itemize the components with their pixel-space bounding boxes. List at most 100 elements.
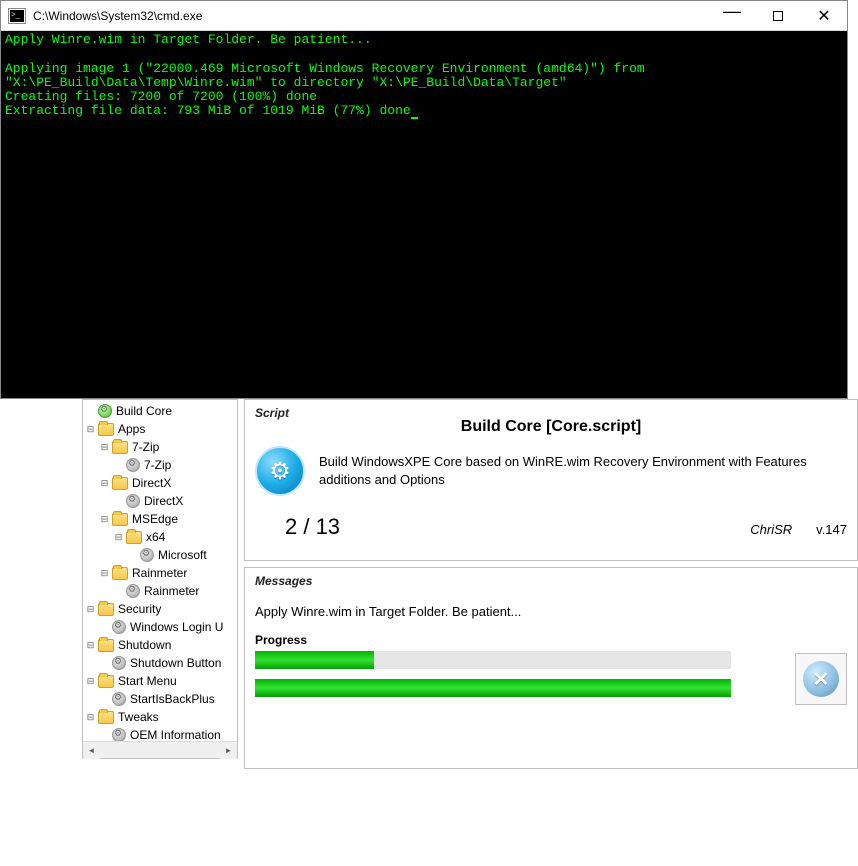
- gear-icon: [112, 620, 126, 634]
- collapse-icon[interactable]: ⊟: [85, 640, 96, 651]
- tree-item-label: Rainmeter: [144, 584, 199, 598]
- cmd-body[interactable]: Apply Winre.wim in Target Folder. Be pat…: [1, 31, 847, 398]
- messages-panel: Messages Apply Winre.wim in Target Folde…: [244, 567, 858, 769]
- collapse-icon[interactable]: ⊟: [99, 568, 110, 579]
- minimize-icon: —: [723, 1, 741, 22]
- tree-item[interactable]: Windows Login U: [97, 618, 237, 636]
- gear-icon: [126, 458, 140, 472]
- gear-icon: [140, 548, 154, 562]
- core-icon: [98, 404, 112, 418]
- tree-item[interactable]: StartIsBackPlus: [97, 690, 237, 708]
- tree-item[interactable]: Rainmeter: [111, 582, 237, 600]
- tree-item[interactable]: DirectX: [111, 492, 237, 510]
- collapse-icon[interactable]: ⊟: [85, 604, 96, 615]
- script-version: v.147: [816, 522, 847, 537]
- tree-item-label: DirectX: [132, 476, 171, 490]
- tree-item[interactable]: ⊟ Start Menu: [83, 672, 237, 690]
- collapse-icon[interactable]: ⊟: [85, 676, 96, 687]
- message-text: Apply Winre.wim in Target Folder. Be pat…: [255, 604, 847, 619]
- tree-item-label: Windows Login U: [130, 620, 223, 634]
- tree-item[interactable]: ⊟ Security: [83, 600, 237, 618]
- collapse-icon[interactable]: ⊟: [99, 442, 110, 453]
- folder-icon: [98, 675, 114, 688]
- maximize-icon: [773, 11, 783, 21]
- tree-item-label: Tweaks: [118, 710, 159, 724]
- window-controls: — ✕: [709, 1, 847, 30]
- horizontal-scrollbar[interactable]: ◄ ►: [83, 741, 237, 758]
- script-description: Build WindowsXPE Core based on WinRE.wim…: [319, 453, 847, 489]
- tree-item-label: MSEdge: [132, 512, 178, 526]
- tree-item[interactable]: ⊟ Rainmeter: [97, 564, 237, 582]
- tree-item[interactable]: ⊟ 7-Zip: [97, 438, 237, 456]
- gear-icon: [112, 692, 126, 706]
- folder-icon: [126, 531, 142, 544]
- tree-item-label: Build Core: [116, 404, 172, 418]
- tree-item-label: x64: [146, 530, 165, 544]
- tree-item-label: Microsoft: [158, 548, 207, 562]
- progress-bar-2: [255, 679, 731, 697]
- cmd-icon: [9, 9, 25, 23]
- tree-item[interactable]: ⊟ Apps: [83, 420, 237, 438]
- close-button[interactable]: ✕: [801, 1, 847, 30]
- cmd-window: C:\Windows\System32\cmd.exe — ✕ Apply Wi…: [0, 0, 848, 399]
- scroll-right-button[interactable]: ►: [220, 742, 237, 759]
- tree-item-label: 7-Zip: [132, 440, 159, 454]
- minimize-button[interactable]: —: [709, 1, 755, 30]
- cmd-titlebar[interactable]: C:\Windows\System32\cmd.exe — ✕: [1, 1, 847, 31]
- folder-icon: [112, 567, 128, 580]
- folder-icon: [112, 477, 128, 490]
- scroll-left-button[interactable]: ◄: [83, 742, 100, 759]
- maximize-button[interactable]: [755, 1, 801, 30]
- tree-item[interactable]: ⊟ x64: [111, 528, 237, 546]
- tree-item-label: DirectX: [144, 494, 183, 508]
- tree-item-label: Apps: [118, 422, 145, 436]
- tree-item-label: Shutdown Button: [130, 656, 221, 670]
- tree-item-label: Shutdown: [118, 638, 171, 652]
- content-area: Script Build Core [Core.script] Build Wi…: [244, 399, 858, 769]
- gear-icon: [112, 728, 126, 741]
- folder-icon: [112, 441, 128, 454]
- cmd-title: C:\Windows\System32\cmd.exe: [33, 9, 709, 23]
- tree-item[interactable]: ⊟ DirectX: [97, 474, 237, 492]
- gear-icon: [112, 656, 126, 670]
- tree-item-label: StartIsBackPlus: [130, 692, 215, 706]
- script-panel: Script Build Core [Core.script] Build Wi…: [244, 399, 858, 561]
- collapse-icon[interactable]: ⊟: [85, 712, 96, 723]
- stop-icon: ✕: [803, 661, 839, 697]
- step-counter: 2 / 13: [285, 514, 340, 540]
- tree-item[interactable]: ⊟ MSEdge: [97, 510, 237, 528]
- folder-icon: [98, 603, 114, 616]
- tree-item[interactable]: Shutdown Button: [97, 654, 237, 672]
- folder-icon: [98, 711, 114, 724]
- stop-button[interactable]: ✕: [795, 653, 847, 705]
- tree-item[interactable]: Build Core: [83, 402, 237, 420]
- tree-item[interactable]: 7-Zip: [111, 456, 237, 474]
- gear-icon: [126, 494, 140, 508]
- script-gear-icon: [255, 446, 305, 496]
- tree-item[interactable]: OEM Information: [97, 726, 237, 741]
- collapse-icon[interactable]: ⊟: [85, 424, 96, 435]
- tree-item-label: Security: [118, 602, 161, 616]
- script-author: ChriSR: [750, 522, 792, 537]
- tree-item[interactable]: ⊟ Shutdown: [83, 636, 237, 654]
- cursor: [411, 117, 418, 119]
- tree-item-label: OEM Information: [130, 728, 221, 741]
- tree-item-label: 7-Zip: [144, 458, 171, 472]
- tree-item[interactable]: ⊟ Tweaks: [83, 708, 237, 726]
- tree-item[interactable]: Microsoft: [125, 546, 237, 564]
- collapse-icon[interactable]: ⊟: [99, 514, 110, 525]
- messages-panel-label: Messages: [255, 574, 847, 588]
- tree-item-label: Rainmeter: [132, 566, 187, 580]
- builder-region: Build Core ⊟ Apps ⊟ 7-Zip 7-Zip ⊟ DirectX Direct…: [82, 399, 858, 769]
- progress-bar-1: [255, 651, 731, 669]
- tree-item-label: Start Menu: [118, 674, 177, 688]
- script-title: Build Core [Core.script]: [255, 418, 847, 436]
- folder-icon: [98, 639, 114, 652]
- folder-icon: [98, 423, 114, 436]
- collapse-icon[interactable]: ⊟: [99, 478, 110, 489]
- gear-icon: [126, 584, 140, 598]
- progress-label: Progress: [255, 633, 847, 647]
- tree-body[interactable]: Build Core ⊟ Apps ⊟ 7-Zip 7-Zip ⊟ DirectX Direct…: [83, 400, 237, 741]
- close-icon: ✕: [817, 6, 830, 26]
- collapse-icon[interactable]: ⊟: [113, 532, 124, 543]
